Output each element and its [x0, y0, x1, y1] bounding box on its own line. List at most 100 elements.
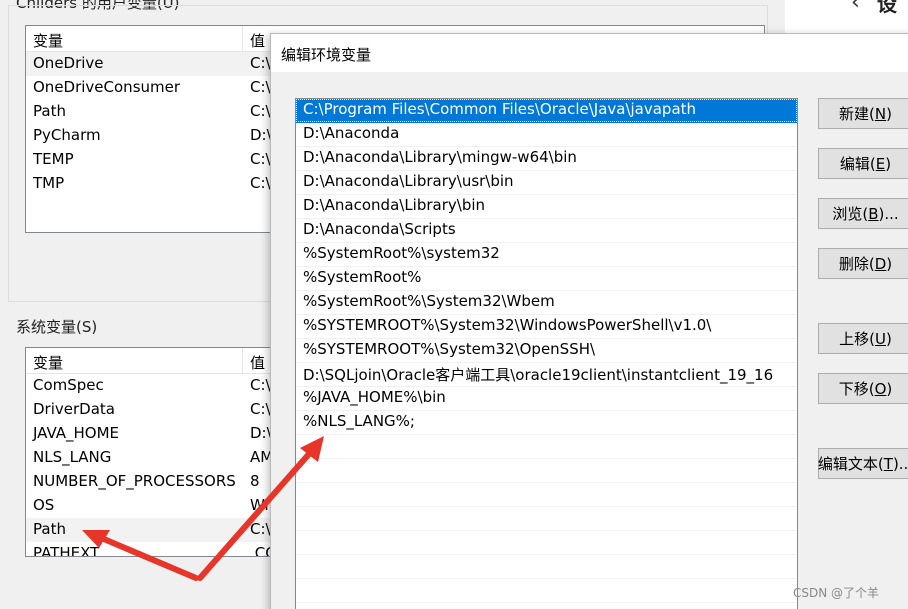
var-value: C:\ — [250, 520, 271, 538]
var-name: Path — [33, 520, 66, 538]
var-name: OneDrive — [33, 54, 104, 72]
column-header-value[interactable]: 值 — [250, 352, 265, 373]
path-entry-text: D:\Anaconda\Library\bin — [303, 196, 486, 214]
dialog-title-bar[interactable]: 编辑环境变量 — [271, 34, 908, 72]
path-entry[interactable]: %SystemRoot% — [296, 267, 797, 291]
delete-button[interactable]: 删除(D) — [818, 248, 908, 279]
edit-env-var-dialog: 编辑环境变量 C:\Program Files\Common Files\Ora… — [270, 33, 908, 609]
path-entry-text: D:\SQLjoin\Oracle客户端工具\oracle19client\in… — [303, 366, 774, 384]
btn-suffix: ) — [886, 104, 892, 123]
var-name: PyCharm — [33, 126, 101, 144]
new-button[interactable]: 新建(N) — [818, 98, 908, 129]
btn-label: 删除( — [838, 255, 875, 273]
path-entry[interactable]: D:\Anaconda\Scripts — [296, 219, 797, 243]
browse-button[interactable]: 浏览(B)... — [818, 198, 908, 229]
btn-accel-key: D — [874, 254, 887, 273]
btn-label: 新建( — [839, 105, 875, 123]
var-value: Wi — [250, 496, 269, 514]
path-entry-text: %JAVA_HOME%\bin — [303, 388, 446, 406]
var-value: 8 — [250, 472, 260, 490]
path-entry[interactable]: D:\SQLjoin\Oracle客户端工具\oracle19client\in… — [296, 363, 797, 387]
path-entry[interactable]: D:\Anaconda\Library\usr\bin — [296, 171, 797, 195]
path-entry[interactable]: %SystemRoot%\system32 — [296, 243, 797, 267]
path-entry-selected[interactable]: C:\Program Files\Common Files\Oracle\Jav… — [296, 99, 797, 123]
btn-accel-key: T — [883, 454, 893, 473]
var-name: JAVA_HOME — [33, 424, 120, 442]
var-name: PATHEXT — [33, 544, 100, 557]
btn-label: 上移( — [839, 330, 875, 348]
btn-suffix: ) — [885, 154, 892, 173]
btn-label: 下移( — [838, 380, 875, 398]
column-separator[interactable] — [242, 348, 243, 374]
path-entry-text: C:\Program Files\Common Files\Oracle\Jav… — [303, 100, 697, 118]
dialog-title: 编辑环境变量 — [281, 46, 372, 64]
btn-accel-key: O — [874, 379, 887, 398]
btn-accel-key: N — [874, 104, 887, 123]
btn-suffix: ) — [886, 379, 893, 398]
btn-label: 编辑文本( — [817, 455, 884, 473]
var-name: TEMP — [33, 150, 74, 168]
path-entry[interactable]: D:\Anaconda\Library\bin — [296, 195, 797, 219]
var-name: OS — [33, 496, 55, 514]
var-name: DriverData — [33, 400, 115, 418]
var-name: Path — [33, 102, 66, 120]
path-entry[interactable]: %SYSTEMROOT%\System32\OpenSSH\ — [296, 339, 797, 363]
var-name: NLS_LANG — [33, 448, 112, 466]
settings-title: 设 — [877, 0, 897, 16]
path-entry[interactable]: %JAVA_HOME%\bin — [296, 387, 797, 411]
path-entry[interactable]: D:\Anaconda — [296, 123, 797, 147]
var-value: C:\ — [250, 400, 271, 418]
btn-suffix: ) — [885, 329, 892, 348]
path-entry-text: %SystemRoot%\System32\Wbem — [303, 292, 555, 310]
column-header-variable[interactable]: 变量 — [33, 30, 63, 51]
var-value: C:\ — [250, 150, 271, 168]
move-up-button[interactable]: 上移(U) — [818, 323, 908, 354]
path-entry[interactable] — [296, 603, 797, 609]
path-entries-list[interactable]: C:\Program Files\Common Files\Oracle\Jav… — [295, 98, 798, 609]
path-entry[interactable]: %SystemRoot%\System32\Wbem — [296, 291, 797, 315]
btn-accel-key: U — [875, 329, 886, 348]
btn-suffix: ) — [886, 254, 893, 273]
path-entry[interactable] — [296, 555, 797, 579]
var-value: D:\ — [250, 126, 272, 144]
edit-text-button[interactable]: 编辑文本(T)... — [818, 448, 908, 479]
var-value: C:\ — [250, 102, 271, 120]
path-entry[interactable]: %NLS_LANG%; — [296, 411, 797, 435]
var-name: ComSpec — [33, 376, 104, 394]
column-header-value[interactable]: 值 — [250, 30, 265, 51]
move-down-button[interactable]: 下移(O) — [818, 373, 908, 404]
path-entry[interactable] — [296, 579, 797, 603]
path-entry[interactable] — [296, 531, 797, 555]
system-vars-group-label: 系统变量(S) — [16, 316, 102, 337]
path-entry-text: %SYSTEMROOT%\System32\OpenSSH\ — [303, 340, 596, 358]
var-value: C:\ — [250, 376, 271, 394]
path-entry-text: D:\Anaconda — [303, 124, 400, 142]
path-entry[interactable] — [296, 483, 797, 507]
path-entry-text: %SystemRoot% — [303, 268, 422, 286]
var-value: D:\ — [250, 424, 272, 442]
path-entry[interactable] — [296, 459, 797, 483]
path-entry[interactable]: %SYSTEMROOT%\System32\WindowsPowerShell\… — [296, 315, 797, 339]
var-name: NUMBER_OF_PROCESSORS — [33, 472, 236, 490]
btn-suffix: )... — [878, 204, 899, 223]
column-separator[interactable] — [242, 26, 243, 52]
var-value: C:\ — [250, 174, 271, 192]
path-entry-text: D:\Anaconda\Library\usr\bin — [303, 172, 514, 190]
path-entry[interactable] — [296, 507, 797, 531]
var-value: C:\ — [250, 54, 271, 72]
edit-button[interactable]: 编辑(E) — [818, 148, 908, 179]
path-entry-text: %SystemRoot%\system32 — [303, 244, 500, 262]
path-entry[interactable]: D:\Anaconda\Library\mingw-w64\bin — [296, 147, 797, 171]
back-chevron-icon[interactable]: ‹ — [851, 0, 860, 15]
path-entry-text: %NLS_LANG%; — [303, 412, 415, 430]
var-name: OneDriveConsumer — [33, 78, 181, 96]
btn-label: 浏览( — [832, 205, 869, 223]
column-header-variable[interactable]: 变量 — [33, 352, 63, 373]
var-name: TMP — [33, 174, 65, 192]
watermark: CSDN @了个羊 — [793, 586, 880, 600]
btn-suffix: )... — [892, 454, 908, 473]
path-entry-text: %SYSTEMROOT%\System32\WindowsPowerShell\… — [303, 316, 712, 334]
btn-accel-key: B — [868, 204, 879, 223]
path-entry[interactable] — [296, 435, 797, 459]
path-entry-text: D:\Anaconda\Scripts — [303, 220, 456, 238]
